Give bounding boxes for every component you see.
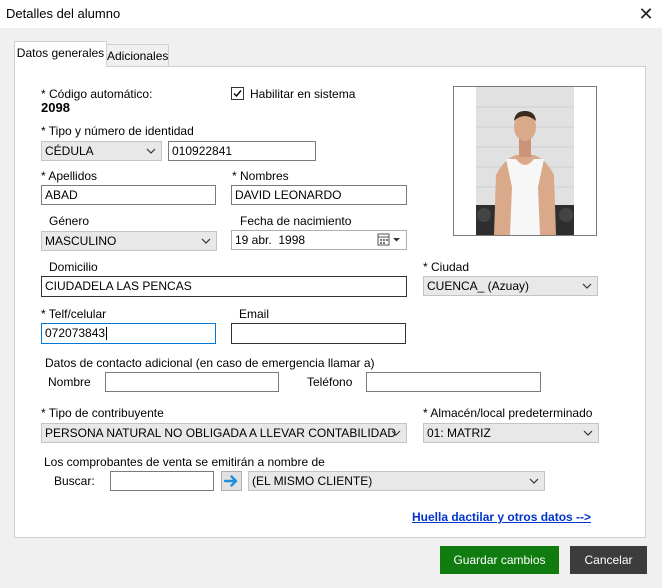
gender-value: MASCULINO [45, 234, 117, 248]
city-select[interactable]: CUENCA_ (Azuay) [423, 276, 598, 296]
window-title: Detalles del alumno [6, 6, 121, 21]
enable-system-label: Habilitar en sistema [250, 87, 356, 101]
emergency-name-input[interactable] [105, 372, 279, 392]
warehouse-select[interactable]: 01: MATRIZ [423, 423, 599, 443]
tab-adicionales[interactable]: Adicionales [106, 44, 169, 67]
text-caret [106, 327, 108, 341]
chevron-down-icon [146, 148, 156, 154]
search-go-button[interactable] [221, 471, 242, 491]
warehouse-label: * Almacén/local predeterminado [423, 406, 593, 420]
gender-select[interactable]: MASCULINO [41, 231, 217, 251]
email-input[interactable] [231, 323, 406, 344]
phone-label: * Telf/celular [41, 307, 107, 321]
taxpayer-value: PERSONA NATURAL NO OBLIGADA A LLEVAR CON… [45, 426, 396, 440]
chevron-down-icon [582, 283, 592, 289]
enable-system-checkbox[interactable] [231, 87, 244, 100]
invoice-client-value: (EL MISMO CLIENTE) [252, 474, 373, 488]
save-button[interactable]: Guardar cambios [440, 546, 559, 574]
address-label: Domicilio [49, 260, 98, 274]
chevron-down-icon [529, 478, 539, 484]
surnames-label: * Apellidos [41, 169, 98, 183]
warehouse-value: 01: MATRIZ [427, 426, 491, 440]
taxpayer-select[interactable]: PERSONA NATURAL NO OBLIGADA A LLEVAR CON… [41, 423, 407, 443]
address-input[interactable]: CIUDADELA LAS PENCAS [41, 276, 407, 297]
tab-datos-generales[interactable]: Datos generales [14, 41, 107, 67]
calendar-icon[interactable] [376, 232, 404, 248]
student-photo-frame[interactable] [453, 86, 597, 236]
identity-type-value: CÉDULA [45, 144, 94, 158]
chevron-down-icon [391, 430, 401, 436]
email-label: Email [239, 307, 270, 321]
check-icon [233, 90, 242, 98]
emergency-phone-input[interactable] [366, 372, 541, 392]
chevron-down-icon [583, 430, 593, 436]
names-input[interactable]: DAVID LEONARDO [231, 185, 407, 205]
fingerprint-data-link[interactable]: Huella dactilar y otros datos --> [412, 510, 591, 524]
phone-input[interactable]: 072073843 [41, 323, 216, 344]
invoice-client-select[interactable]: (EL MISMO CLIENTE) [248, 471, 545, 491]
birth-date-label: Fecha de nacimiento [240, 214, 352, 228]
names-label: * Nombres [232, 169, 289, 183]
auto-code-label: * Código automático: [41, 87, 153, 101]
birth-date-value: 19 abr. 1998 [235, 233, 306, 247]
student-photo [476, 87, 574, 235]
emergency-name-label: Nombre [48, 375, 91, 389]
cancel-button[interactable]: Cancelar [570, 546, 647, 574]
city-value: CUENCA_ (Azuay) [427, 279, 530, 293]
identity-number-input[interactable]: 010922841 [168, 141, 316, 161]
invoice-label: Los comprobantes de venta se emitirán a … [44, 455, 325, 469]
birth-date-picker[interactable]: 19 abr. 1998 [231, 230, 407, 250]
auto-code-value: 2098 [41, 100, 70, 115]
close-icon[interactable]: ✕ [634, 3, 658, 25]
city-label: * Ciudad [423, 260, 470, 274]
search-input[interactable] [110, 471, 214, 491]
chevron-down-icon [201, 238, 211, 244]
emergency-phone-label: Teléfono [307, 375, 353, 389]
arrow-right-icon [223, 475, 238, 487]
phone-value: 072073843 [45, 326, 106, 340]
surnames-input[interactable]: ABAD [41, 185, 216, 205]
emergency-label: Datos de contacto adicional (en caso de … [45, 356, 375, 370]
gender-label: Género [49, 214, 90, 228]
taxpayer-label: * Tipo de contribuyente [41, 406, 164, 420]
search-label: Buscar: [54, 474, 95, 488]
identity-type-select[interactable]: CÉDULA [41, 141, 162, 161]
identity-label: * Tipo y número de identidad [41, 124, 194, 138]
